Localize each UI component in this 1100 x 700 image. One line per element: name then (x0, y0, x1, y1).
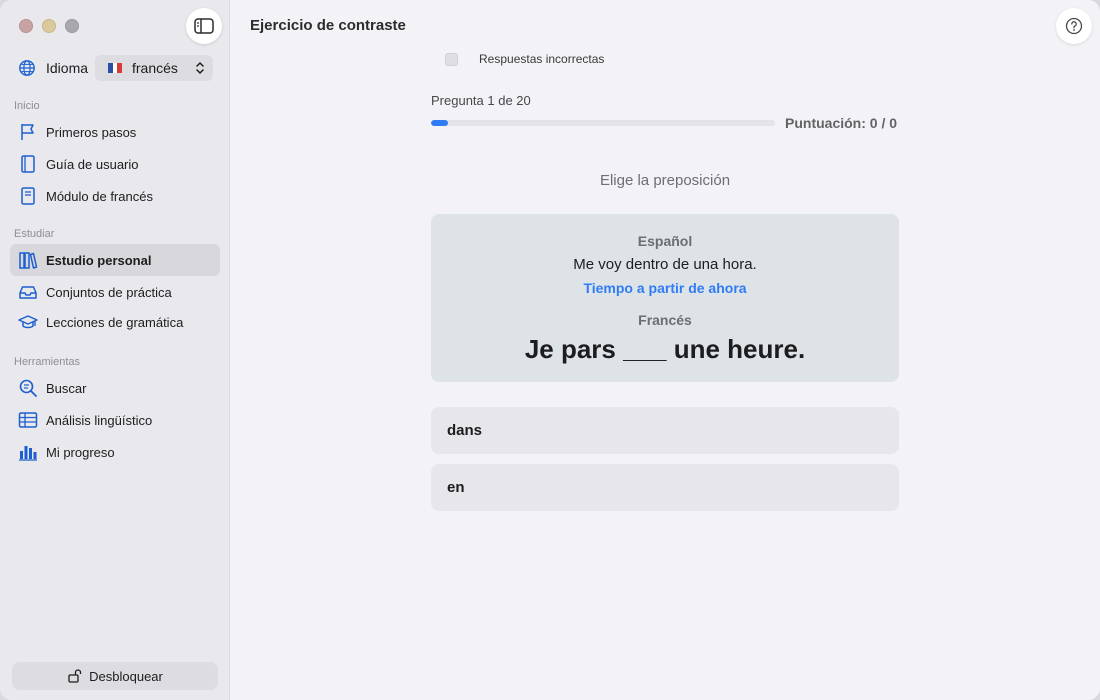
help-button[interactable] (1056, 8, 1092, 44)
updown-chevron-icon (196, 62, 204, 74)
target-language-label: Francés (638, 312, 692, 328)
language-select[interactable]: francés (95, 55, 213, 81)
sidebar-toggle-button[interactable] (186, 8, 222, 44)
hint-text: Tiempo a partir de ahora (583, 280, 747, 296)
window-controls (19, 19, 79, 33)
table-icon (18, 412, 38, 428)
sidebar-item-label: Mi progreso (46, 444, 115, 460)
sidebar-item-guia-de-usuario[interactable]: Guía de usuario (10, 148, 220, 180)
question-mark-icon (1065, 17, 1083, 35)
language-select-value: francés (132, 60, 178, 76)
globe-icon (19, 60, 35, 76)
book-icon (21, 155, 35, 173)
unlock-button[interactable]: Desbloquear (12, 662, 218, 690)
sidebar-item-mi-progreso[interactable]: Mi progreso (10, 436, 220, 468)
sidebar-item-label: Buscar (46, 380, 87, 396)
module-book-icon (21, 187, 35, 205)
sidebar-item-modulo-de-frances[interactable]: Módulo de francés (10, 180, 220, 212)
sidebar: Idioma francés Inicio Primeros pasos Guí… (0, 0, 230, 700)
target-sentence: Je pars ___ une heure. (524, 334, 806, 364)
incorrect-answers-filter[interactable]: Respuestas incorrectas (445, 52, 604, 66)
source-sentence: Me voy dentro de una hora. (573, 256, 757, 273)
score-label: Puntuación: 0 / 0 (785, 115, 898, 131)
sidebar-item-estudio-personal[interactable]: Estudio personal (10, 244, 220, 276)
incorrect-answers-checkbox[interactable] (445, 52, 458, 66)
question-counter: Pregunta 1 de 20 (431, 93, 531, 108)
zoom-window-button[interactable] (65, 19, 79, 33)
incorrect-answers-label: Respuestas incorrectas (479, 52, 605, 66)
section-title-inicio: Inicio (14, 100, 40, 112)
page-title: Ejercicio de contraste (250, 17, 406, 34)
sidebar-item-label: Módulo de francés (46, 188, 153, 204)
language-label: Idioma (46, 60, 89, 76)
books-icon (19, 252, 38, 269)
source-language-label: Español (637, 233, 693, 249)
sidebar-item-lecciones-de-gramatica[interactable]: Lecciones de gramática (10, 306, 220, 338)
bar-chart-icon (19, 446, 37, 461)
language-row: Idioma francés (18, 55, 218, 81)
sidebar-item-label: Análisis lingüístico (46, 412, 153, 428)
unlock-icon (68, 669, 82, 683)
minimize-window-button[interactable] (42, 19, 56, 33)
sidebar-item-primeros-pasos[interactable]: Primeros pasos (10, 116, 220, 148)
sidebar-item-buscar[interactable]: Buscar (10, 372, 220, 404)
main-content: Ejercicio de contraste Respuestas incorr… (230, 0, 1100, 700)
flag-icon (21, 124, 34, 140)
progress-bar (431, 120, 775, 126)
app-window: Idioma francés Inicio Primeros pasos Guí… (0, 0, 1100, 700)
sidebar-item-label: Primeros pasos (46, 124, 137, 140)
tray-icon (19, 286, 37, 299)
france-flag-icon (108, 63, 123, 73)
sidebar-item-analisis-linguistico[interactable]: Análisis lingüístico (10, 404, 220, 436)
section-title-estudiar: Estudiar (14, 228, 55, 240)
sidebar-item-label: Conjuntos de práctica (46, 284, 172, 300)
search-icon (19, 379, 37, 397)
sidebar-item-conjuntos-de-practica[interactable]: Conjuntos de práctica (10, 276, 220, 308)
unlock-button-label: Desbloquear (89, 668, 163, 684)
sidebar-icon (194, 18, 214, 34)
question-prompt: Elige la preposición (599, 172, 731, 189)
answer-option-dans[interactable]: dans (431, 407, 899, 454)
section-title-herramientas: Herramientas (14, 356, 81, 368)
progress-bar-fill (431, 120, 449, 126)
sidebar-item-label: Lecciones de gramática (46, 314, 184, 330)
graduation-cap-icon (18, 315, 38, 329)
sidebar-item-label: Guía de usuario (46, 156, 139, 172)
close-window-button[interactable] (19, 19, 33, 33)
answer-option-en[interactable]: en (431, 464, 899, 511)
question-card: Español Me voy dentro de una hora. Tiemp… (431, 214, 899, 382)
sidebar-item-label: Estudio personal (46, 252, 152, 268)
